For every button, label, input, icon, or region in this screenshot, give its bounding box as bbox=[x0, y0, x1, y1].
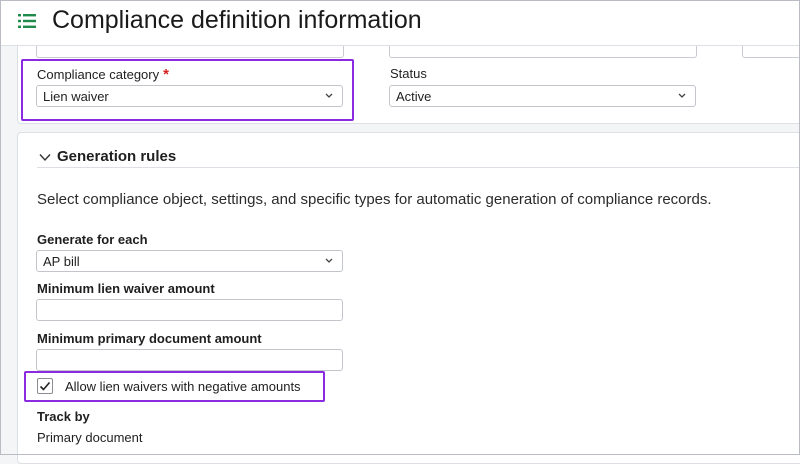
window-frame bbox=[0, 0, 800, 455]
